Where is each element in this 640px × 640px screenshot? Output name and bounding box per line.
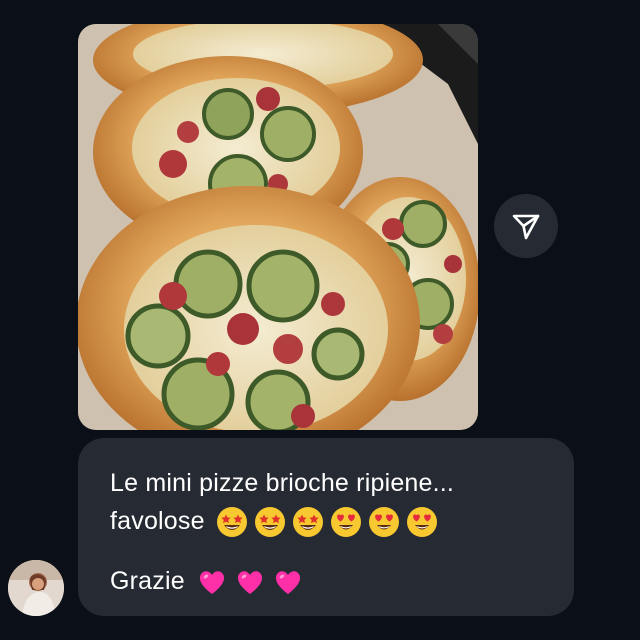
heart-eyes-emoji-icon [368, 507, 399, 538]
shared-post-image[interactable] [78, 24, 478, 430]
emoji-row-1 [216, 506, 438, 538]
pizza-photo [78, 24, 478, 430]
line-spacer [110, 540, 544, 562]
message-text-line-1: Le mini pizze brioche ripiene... [110, 469, 455, 497]
star-struck-emoji-icon [254, 507, 285, 538]
message-text-line-3: Grazie [110, 567, 185, 595]
star-struck-emoji-icon [216, 507, 247, 538]
paper-plane-icon [512, 214, 540, 240]
message-text-line-2: favolose [110, 507, 205, 535]
message-line-1: Le mini pizze brioche ripiene... [110, 464, 544, 502]
message-bubble[interactable]: Le mini pizze brioche ripiene... favolos… [78, 438, 574, 616]
pink-heart-emoji-icon [237, 571, 263, 595]
sender-avatar[interactable] [8, 560, 64, 616]
emoji-row-2 [196, 566, 304, 598]
heart-eyes-emoji-icon [406, 507, 437, 538]
message-line-3: Grazie [110, 562, 544, 600]
message-line-2: favolose [110, 502, 544, 540]
heart-eyes-emoji-icon [330, 507, 361, 538]
star-struck-emoji-icon [292, 507, 323, 538]
share-button[interactable] [494, 194, 558, 258]
avatar-icon [8, 560, 64, 616]
chat-screen: Le mini pizze brioche ripiene... favolos… [0, 0, 640, 640]
pink-heart-emoji-icon [275, 571, 301, 595]
pink-heart-emoji-icon [199, 571, 225, 595]
